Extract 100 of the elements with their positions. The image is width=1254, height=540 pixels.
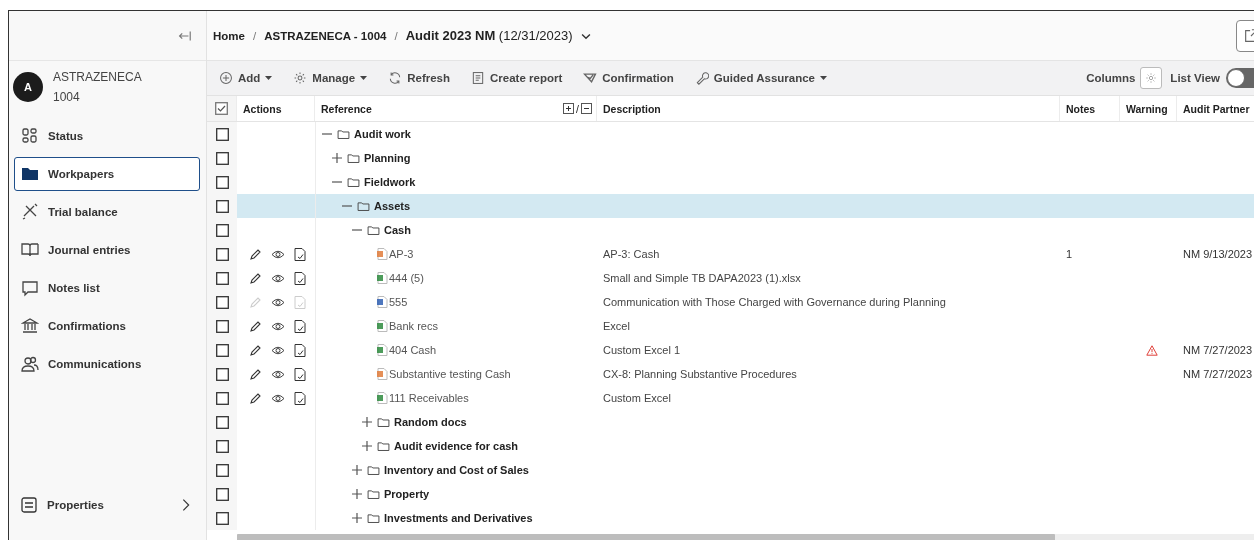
pencil-icon[interactable]: [249, 343, 262, 357]
expand-icon[interactable]: [361, 416, 373, 428]
sidebar-item[interactable]: Notes list: [14, 271, 200, 305]
pencil-icon[interactable]: [249, 271, 262, 285]
sidebar-item[interactable]: Communications: [14, 347, 200, 381]
row-checkbox[interactable]: [215, 319, 229, 333]
folder-name[interactable]: Investments and Derivatives: [384, 512, 533, 524]
folder-name[interactable]: Assets: [374, 200, 411, 212]
row-checkbox[interactable]: [215, 415, 229, 429]
row-checkbox[interactable]: [215, 487, 229, 501]
expand-all-icon[interactable]: [563, 103, 575, 114]
avatar[interactable]: A: [13, 72, 43, 102]
tree-row[interactable]: Random docs: [207, 410, 1254, 434]
tree-row[interactable]: Investments and Derivatives: [207, 506, 1254, 530]
toolbar-button[interactable]: Create report: [471, 71, 563, 85]
sidebar-item[interactable]: Trial balance: [14, 195, 200, 229]
document-icon[interactable]: [294, 343, 306, 357]
column-header[interactable]: Audit Partner: [1183, 102, 1250, 115]
tree-row[interactable]: 404 Cash Custom Excel 1 NM 7/27/2023: [207, 338, 1254, 362]
tree-row[interactable]: Inventory and Cost of Sales: [207, 458, 1254, 482]
file-name[interactable]: 404 Cash: [389, 344, 437, 356]
description-text: Communication with Those Charged with Governance during Planning: [603, 296, 946, 308]
file-name[interactable]: Bank recs: [389, 320, 438, 332]
row-checkbox[interactable]: [215, 439, 229, 453]
pencil-icon[interactable]: [249, 319, 262, 333]
pencil-icon[interactable]: [249, 247, 262, 261]
home-link[interactable]: Home: [213, 29, 245, 42]
row-checkbox[interactable]: [215, 271, 229, 285]
column-header[interactable]: Notes: [1066, 102, 1096, 115]
row-checkbox[interactable]: [215, 463, 229, 477]
pencil-icon[interactable]: [249, 367, 262, 381]
row-checkbox[interactable]: [215, 391, 229, 405]
list-view-toggle[interactable]: [1226, 68, 1254, 88]
row-checkbox[interactable]: [215, 295, 229, 309]
tree-row[interactable]: Assets: [207, 194, 1254, 218]
document-icon[interactable]: [294, 391, 306, 405]
expand-icon[interactable]: [361, 440, 373, 452]
expand-icon[interactable]: [351, 488, 363, 500]
toolbar-button[interactable]: Confirmation: [583, 71, 674, 85]
expand-icon[interactable]: [351, 464, 363, 476]
document-icon[interactable]: [294, 247, 306, 261]
document-icon[interactable]: [294, 367, 306, 381]
folder-name[interactable]: Audit evidence for cash: [394, 440, 519, 452]
audit-partner-text: NM 7/27/2023: [1183, 368, 1253, 380]
tree-row[interactable]: 111 Receivables Custom Excel: [207, 386, 1254, 410]
document-icon[interactable]: [294, 271, 306, 285]
tree-row[interactable]: Audit work: [207, 122, 1254, 146]
file-name[interactable]: Substantive testing Cash: [389, 368, 511, 380]
column-header[interactable]: Reference: [321, 102, 372, 115]
toolbar-button[interactable]: Manage: [293, 71, 368, 85]
audit-selector[interactable]: Audit 2023 NM (12/31/2023): [405, 28, 573, 43]
row-checkbox[interactable]: [215, 175, 229, 189]
breadcrumb-link[interactable]: ASTRAZENECA - 1004: [264, 29, 387, 42]
folder-name[interactable]: Inventory and Cost of Sales: [384, 464, 529, 476]
row-checkbox[interactable]: [215, 199, 229, 213]
sidebar-item[interactable]: Journal entries: [14, 233, 200, 267]
tree-row[interactable]: Planning: [207, 146, 1254, 170]
folder-name[interactable]: Audit work: [354, 128, 411, 140]
tree-row[interactable]: Bank recs Excel: [207, 314, 1254, 338]
row-checkbox[interactable]: [215, 127, 229, 141]
properties-item[interactable]: Properties: [14, 489, 200, 521]
tree-row[interactable]: 444 (5) Small and Simple TB DAPA2023 (1).xlsx: [207, 266, 1254, 290]
column-header[interactable]: Description: [603, 102, 661, 115]
sidebar-item[interactable]: Status: [14, 119, 200, 153]
toolbar-button[interactable]: Guided Assurance: [694, 71, 827, 85]
folder-name[interactable]: Fieldwork: [364, 176, 416, 188]
expand-icon[interactable]: [351, 512, 363, 524]
tree-row[interactable]: Cash: [207, 218, 1254, 242]
pencil-icon[interactable]: [249, 391, 262, 405]
folder-name[interactable]: Property: [384, 488, 430, 500]
folder-name[interactable]: Random docs: [394, 416, 467, 428]
select-all-checkbox[interactable]: [215, 102, 228, 115]
tree-row[interactable]: 555 Communication with Those Charged with Governance during Planning: [207, 290, 1254, 314]
column-header[interactable]: Actions: [243, 102, 282, 115]
toolbar-button[interactable]: Add: [219, 71, 273, 85]
row-checkbox[interactable]: [215, 223, 229, 237]
row-checkbox[interactable]: [215, 343, 229, 357]
horizontal-scrollbar[interactable]: [237, 534, 1254, 540]
sidebar-item[interactable]: Confirmations: [14, 309, 200, 343]
row-checkbox[interactable]: [215, 367, 229, 381]
tree-row[interactable]: AP-3 AP-3: Cash 1 NM 9/13/2023: [207, 242, 1254, 266]
document-icon[interactable]: [294, 319, 306, 333]
folder-name[interactable]: Cash: [384, 224, 411, 236]
toolbar-button[interactable]: Refresh: [388, 71, 450, 85]
folder-name[interactable]: Planning: [364, 152, 411, 164]
file-name[interactable]: 444 (5): [389, 272, 424, 284]
row-checkbox[interactable]: [215, 247, 229, 261]
column-header[interactable]: Warning: [1126, 102, 1168, 115]
external-link-icon: [1243, 27, 1254, 44]
expand-icon[interactable]: [331, 152, 343, 164]
file-name[interactable]: 555: [389, 296, 408, 308]
tree-row[interactable]: Property: [207, 482, 1254, 506]
tree-row[interactable]: Substantive testing Cash CX-8: Planning Substantive Procedures NM 7/27/2023: [207, 362, 1254, 386]
collapse-all-icon[interactable]: [581, 103, 592, 114]
file-name[interactable]: AP-3: [389, 248, 414, 260]
row-checkbox[interactable]: [215, 151, 229, 165]
row-checkbox[interactable]: [215, 511, 229, 525]
tree-row[interactable]: Audit evidence for cash: [207, 434, 1254, 458]
sidebar-item[interactable]: Workpapers: [14, 157, 200, 191]
file-name[interactable]: 111 Receivables: [389, 392, 469, 404]
